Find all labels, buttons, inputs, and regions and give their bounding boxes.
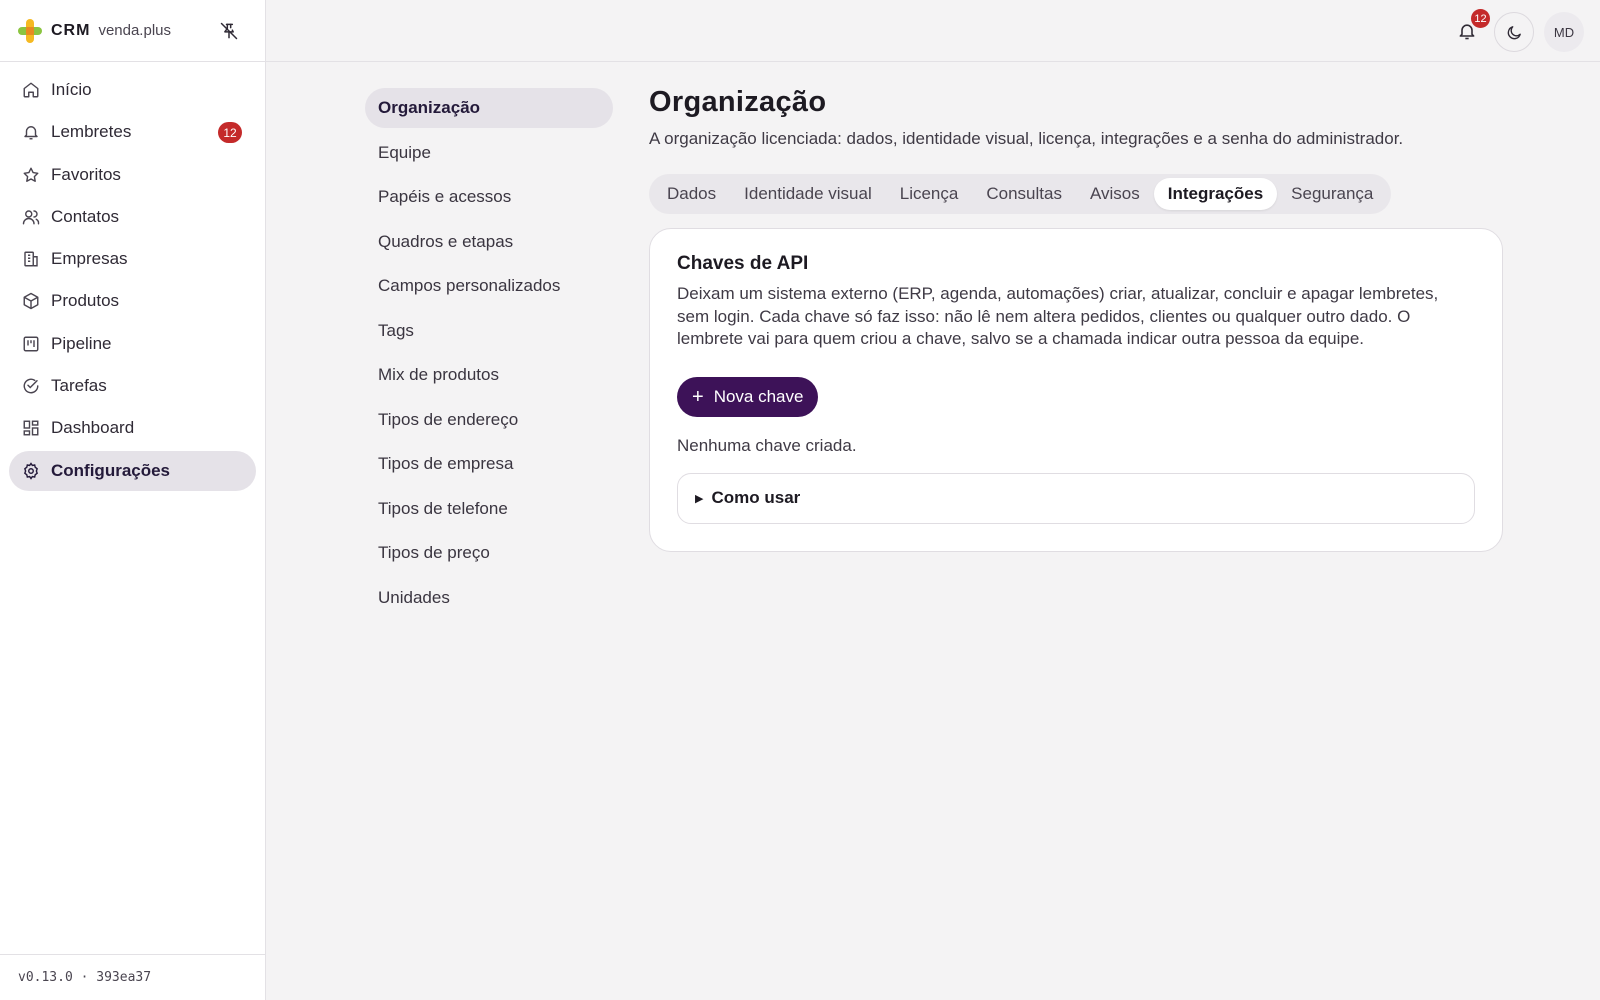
sidebar-item-favoritos[interactable]: Favoritos bbox=[9, 155, 256, 195]
settings-item-tipos-telefone[interactable]: Tipos de telefone bbox=[365, 489, 613, 529]
sidebar-item-label: Produtos bbox=[51, 291, 120, 311]
sidebar-item-contatos[interactable]: Contatos bbox=[9, 197, 256, 237]
sidebar-item-label: Início bbox=[51, 80, 92, 99]
tab-integracoes[interactable]: Integrações bbox=[1153, 178, 1278, 210]
sidebar-item-label: Empresas bbox=[51, 249, 128, 269]
sidebar-item-label: Lembretes bbox=[51, 122, 132, 142]
sidebar-item-configuracoes[interactable]: Configurações bbox=[9, 450, 256, 491]
settings-item-tipos-endereco[interactable]: Tipos de endereço bbox=[365, 400, 613, 440]
check-circle-icon bbox=[22, 377, 40, 395]
sidebar-item-empresas[interactable]: Empresas bbox=[9, 239, 256, 279]
home-icon bbox=[22, 81, 40, 99]
tab-dados[interactable]: Dados bbox=[653, 178, 730, 210]
card-title: Chaves de API bbox=[677, 253, 809, 274]
new-key-button[interactable]: + Nova chave bbox=[677, 376, 819, 417]
sidebar-item-label: Contatos bbox=[51, 206, 120, 226]
settings-item-tags[interactable]: Tags bbox=[365, 311, 613, 351]
kanban-icon bbox=[22, 335, 40, 353]
logo-icon bbox=[18, 18, 42, 43]
how-to-use-disclosure[interactable]: ▶ Como usar bbox=[677, 472, 1475, 524]
sidebar-item-label: Configurações bbox=[51, 460, 171, 480]
settings-item-organizacao[interactable]: Organização bbox=[365, 88, 613, 128]
plus-icon: + bbox=[692, 385, 704, 408]
tab-avisos[interactable]: Avisos bbox=[1076, 178, 1154, 210]
sidebar-item-inicio[interactable]: Início bbox=[9, 70, 256, 110]
building-icon bbox=[22, 250, 40, 268]
moon-icon bbox=[1507, 25, 1521, 39]
package-icon bbox=[22, 292, 40, 310]
tab-identidade-visual[interactable]: Identidade visual bbox=[730, 178, 886, 210]
settings-nav: Organização Equipe Papéis e acessos Quad… bbox=[365, 88, 613, 622]
sidebar-item-dashboard[interactable]: Dashboard bbox=[9, 408, 256, 448]
brand: CRM venda.plus bbox=[0, 0, 265, 62]
sidebar-item-pipeline[interactable]: Pipeline bbox=[9, 324, 256, 364]
brand-subtitle: venda.plus bbox=[98, 22, 171, 39]
pin-off-icon bbox=[220, 22, 238, 40]
dashboard-icon bbox=[22, 419, 40, 437]
brand-name: CRM bbox=[51, 21, 91, 39]
main-content: Organização A organização licenciada: da… bbox=[649, 86, 1503, 552]
topbar: 12 MD bbox=[266, 0, 1600, 62]
new-key-label: Nova chave bbox=[713, 386, 804, 406]
settings-item-quadros[interactable]: Quadros e etapas bbox=[365, 222, 613, 262]
page-title: Organização bbox=[649, 86, 827, 118]
tab-bar: Dados Identidade visual Licença Consulta… bbox=[649, 174, 1392, 214]
count-badge: 12 bbox=[218, 122, 242, 144]
sidebar-item-label: Pipeline bbox=[51, 333, 112, 353]
avatar[interactable]: MD bbox=[1544, 12, 1584, 52]
settings-item-papeis[interactable]: Papéis e acessos bbox=[365, 177, 613, 217]
notifications-button[interactable]: 12 bbox=[1454, 9, 1490, 44]
tab-licenca[interactable]: Licença bbox=[886, 178, 973, 210]
settings-item-mix[interactable]: Mix de produtos bbox=[365, 355, 613, 395]
api-keys-card: Chaves de API Deixam um sistema externo … bbox=[649, 228, 1503, 552]
notification-badge: 12 bbox=[1471, 9, 1490, 28]
settings-item-tipos-preco[interactable]: Tipos de preço bbox=[365, 533, 613, 573]
sidebar-item-lembretes[interactable]: Lembretes 12 bbox=[9, 112, 256, 152]
sidebar-item-produtos[interactable]: Produtos bbox=[9, 281, 256, 321]
settings-item-tipos-empresa[interactable]: Tipos de empresa bbox=[365, 444, 613, 484]
triangle-right-icon: ▶ bbox=[695, 492, 704, 505]
main-nav: Início Lembretes 12 Favoritos Contatos E… bbox=[0, 62, 265, 501]
settings-item-campos[interactable]: Campos personalizados bbox=[365, 266, 613, 306]
sidebar: CRM venda.plus Início Lembretes 12 Favor… bbox=[0, 0, 266, 1000]
unpin-sidebar-button[interactable] bbox=[217, 19, 241, 43]
bell-icon bbox=[22, 123, 40, 141]
users-icon bbox=[22, 208, 40, 226]
theme-toggle-button[interactable] bbox=[1494, 12, 1534, 52]
sidebar-item-label: Dashboard bbox=[51, 418, 135, 438]
star-icon bbox=[22, 166, 40, 184]
settings-item-equipe[interactable]: Equipe bbox=[365, 133, 613, 173]
version-label: v0.13.0 · 393ea37 bbox=[0, 954, 265, 1000]
settings-item-unidades[interactable]: Unidades bbox=[365, 578, 613, 618]
sidebar-item-label: Favoritos bbox=[51, 164, 121, 184]
tab-seguranca[interactable]: Segurança bbox=[1277, 178, 1387, 210]
disclosure-label: Como usar bbox=[711, 488, 801, 507]
page-description: A organização licenciada: dados, identid… bbox=[649, 129, 1404, 148]
gear-icon bbox=[22, 461, 40, 480]
sidebar-item-tarefas[interactable]: Tarefas bbox=[9, 366, 256, 406]
sidebar-item-label: Tarefas bbox=[51, 376, 107, 396]
card-description: Deixam um sistema externo (ERP, agenda, … bbox=[677, 284, 1439, 348]
empty-state-text: Nenhuma chave criada. bbox=[677, 435, 857, 455]
tab-consultas[interactable]: Consultas bbox=[972, 178, 1076, 210]
